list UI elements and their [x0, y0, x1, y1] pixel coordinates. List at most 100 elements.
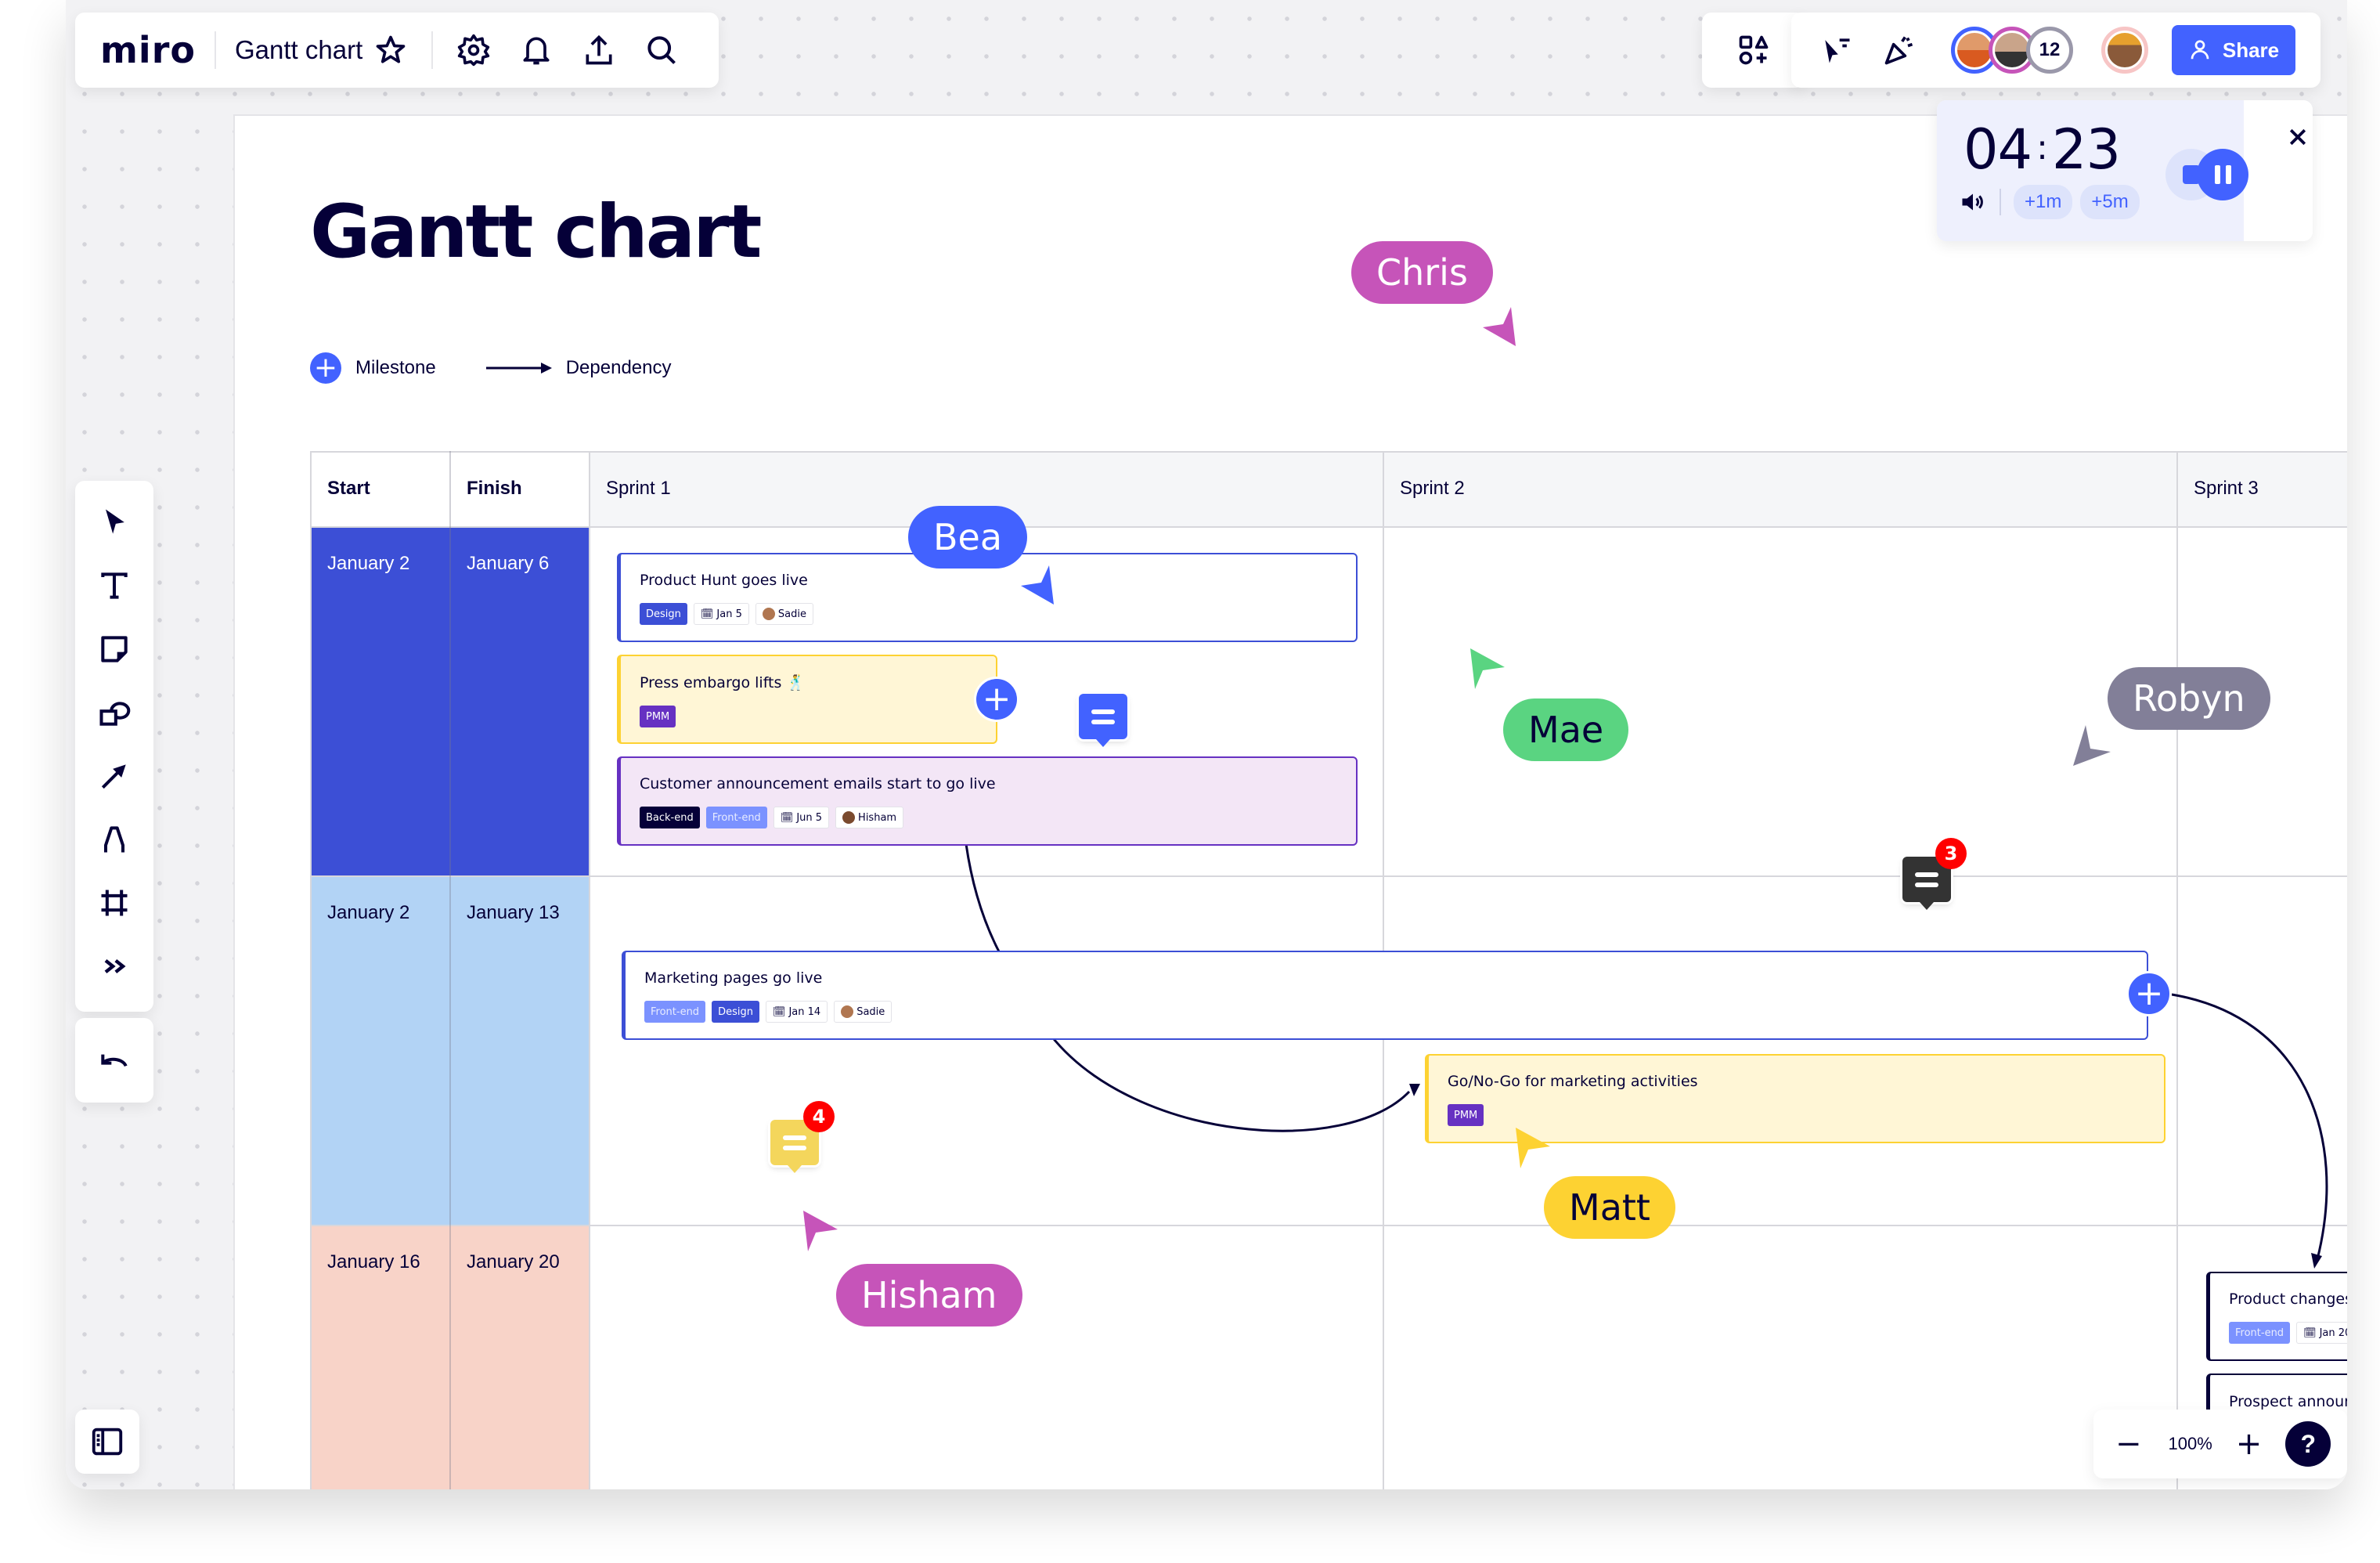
connector-tool[interactable] [90, 747, 139, 805]
card-title: Product Hunt goes live [640, 572, 808, 589]
text-tool[interactable] [90, 557, 139, 615]
creation-toolbar [75, 481, 153, 1012]
calendar-icon: 🗓 [780, 811, 794, 824]
gear-icon[interactable] [452, 28, 496, 72]
tag-pmm: PMM [640, 706, 676, 727]
add-1-minute-button[interactable]: +1m [2014, 185, 2073, 219]
add-5-minutes-button[interactable]: +5m [2080, 185, 2140, 219]
frame-icon [101, 890, 128, 916]
zoom-out-button[interactable]: − [2115, 1426, 2142, 1462]
comment-icon[interactable]: 4 [770, 1101, 835, 1173]
avatar [842, 811, 856, 824]
tag-pmm: PMM [1448, 1104, 1484, 1126]
calendar-icon: 🗓 [2303, 1327, 2317, 1339]
undo-icon [101, 1054, 128, 1067]
assignee: Sadie [834, 1001, 892, 1023]
card-title: Press embargo lifts 🕺 [640, 674, 806, 691]
miro-logo[interactable]: miro [100, 29, 196, 71]
star-icon[interactable] [369, 28, 413, 72]
due-date: 🗓 Jan 5 [693, 603, 749, 625]
current-user-avatar[interactable] [2101, 27, 2148, 74]
card-title: Product changes post goes live [2229, 1290, 2347, 1308]
avatar [762, 608, 775, 620]
double-chevron-icon [104, 958, 126, 974]
help-button[interactable]: ? [2285, 1421, 2331, 1467]
milestone-icon[interactable]: + [2126, 971, 2172, 1016]
due-date: 🗓Jan 20 [2296, 1322, 2347, 1344]
apps-icon [1739, 35, 1769, 65]
card-title: Prospect announcement 🤓 [2229, 1393, 2347, 1410]
cursor-arrow-icon [803, 1211, 838, 1251]
tag-back-end: Back-end [640, 807, 700, 828]
task-card[interactable]: Press embargo lifts 🕺 PMM [617, 655, 997, 744]
comment-count-badge: 3 [1935, 838, 1967, 869]
calendar-icon: 🗓 [700, 608, 714, 620]
calendar-icon: 🗓 [772, 1005, 786, 1018]
milestone-icon[interactable]: + [974, 677, 1019, 722]
avatar [841, 1005, 854, 1018]
comment-icon[interactable]: 3 [1902, 838, 1967, 910]
celebrate-icon[interactable] [1877, 28, 1921, 72]
upload-icon[interactable] [577, 28, 621, 72]
card-title: Marketing pages go live [644, 969, 823, 987]
search-icon[interactable] [640, 28, 683, 72]
task-card[interactable]: Marketing pages go live Front-end Design… [622, 951, 2148, 1040]
arrow-icon [101, 764, 126, 789]
share-label: Share [2222, 38, 2280, 62]
timer-display: 04:23 [1964, 117, 2121, 182]
pause-timer-button[interactable] [2197, 149, 2248, 200]
comment-icon[interactable] [1079, 694, 1127, 747]
card-title: Customer announcement emails start to go… [640, 775, 996, 792]
select-tool[interactable] [90, 493, 139, 551]
card-title: Go/No-Go for marketing activities [1448, 1073, 1698, 1090]
cursor-arrow-icon [1516, 1128, 1550, 1168]
collaborator-avatars[interactable]: 12 [1951, 27, 2073, 74]
zoom-level: 100% [2168, 1434, 2212, 1453]
cursor-label-mae: Mae [1503, 698, 1629, 761]
zoom-in-button[interactable]: + [2236, 1426, 2263, 1462]
undo-button[interactable] [75, 1018, 153, 1103]
close-icon[interactable] [2286, 125, 2310, 149]
assignee: Sadie [755, 603, 813, 625]
cursor-arrow-icon [2073, 725, 2111, 766]
timer-widget: 04:23 +1m +5m [1937, 100, 2313, 241]
more-tools[interactable] [90, 937, 139, 995]
volume-icon[interactable] [1959, 188, 1987, 216]
apps-button[interactable] [1702, 13, 1805, 88]
user-icon [2191, 40, 2209, 60]
miro-app: Gantt chart + Milestone Dependency Start… [66, 0, 2347, 1489]
task-card[interactable]: Customer announcement emails start to go… [617, 756, 1358, 846]
divider [431, 31, 434, 69]
connector-arrowhead [2311, 1253, 2322, 1269]
sidebar-toggle-button[interactable] [75, 1410, 139, 1474]
cursor-label-robyn: Robyn [2108, 667, 2270, 730]
comment-count-badge: 4 [803, 1101, 835, 1132]
bell-icon[interactable] [514, 28, 558, 72]
pen-tool[interactable] [90, 810, 139, 868]
shapes-tool[interactable] [90, 684, 139, 742]
cursor-arrow-icon [1483, 307, 1516, 346]
due-date: 🗓 Jun 5 [773, 807, 830, 828]
frame-tool[interactable] [90, 874, 139, 932]
cursor-filter-icon[interactable] [1815, 28, 1859, 72]
board-title[interactable]: Gantt chart [235, 35, 362, 65]
collaborator-count[interactable]: 12 [2026, 27, 2073, 74]
sticky-note-tool[interactable] [90, 620, 139, 678]
divider [2000, 189, 2001, 215]
cursor-label-matt: Matt [1544, 1176, 1675, 1239]
tag-design: Design [712, 1001, 759, 1023]
connector-marketing-to-gonogo [1049, 1034, 1411, 1132]
cursor-arrow-icon [1470, 648, 1505, 689]
due-date: 🗓 Jan 14 [765, 1001, 828, 1023]
tag-front-end: Front-end [705, 807, 767, 828]
cursor-label-bea: Bea [908, 506, 1028, 569]
cursor-icon [106, 509, 124, 534]
share-button[interactable]: Share [2172, 25, 2295, 75]
connector-milestone-to-product-changes [2171, 993, 2328, 1260]
task-card[interactable]: Product changes post goes live Front-end… [2206, 1272, 2347, 1361]
connector-arrowhead [1409, 1084, 1420, 1096]
tag-front-end: Front-end [2229, 1322, 2291, 1344]
timer-close-area [2244, 100, 2313, 241]
board-canvas[interactable]: Gantt chart + Milestone Dependency Start… [233, 114, 2347, 1489]
zoom-controls: − 100% + ? [2093, 1410, 2347, 1478]
